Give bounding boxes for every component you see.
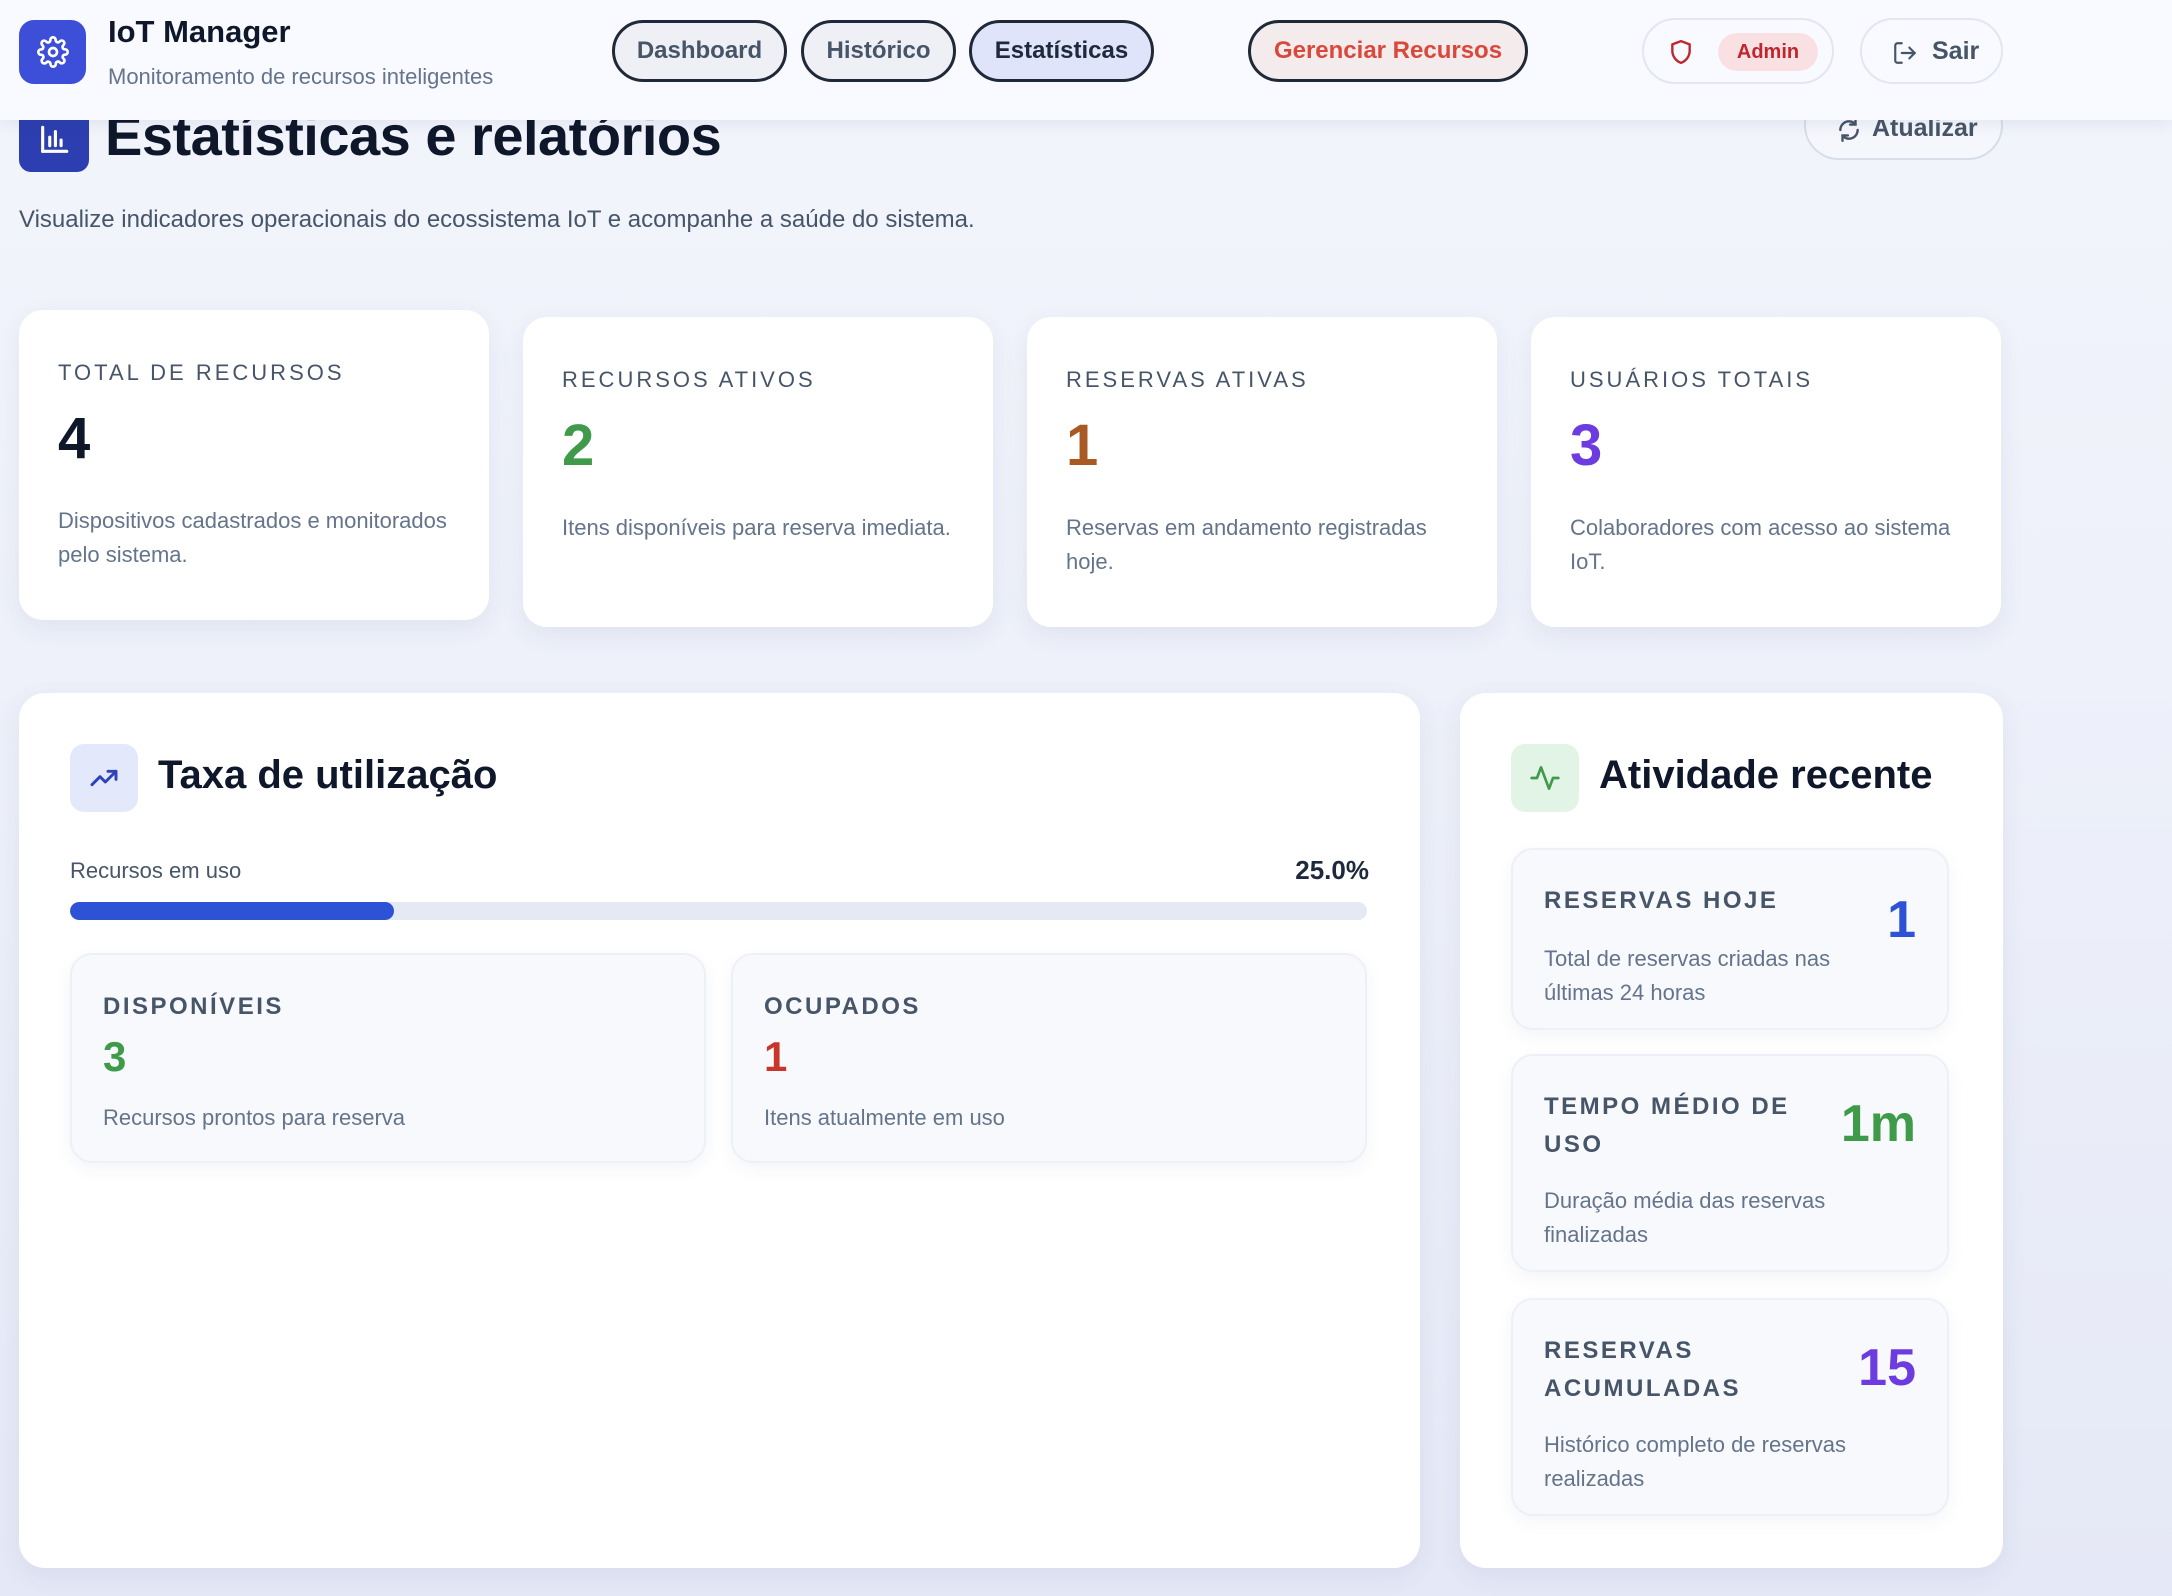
app-logo[interactable] <box>19 20 86 84</box>
utilization-panel-icon <box>70 744 138 812</box>
stat-description: Reservas em andamento registradas hoje. <box>1066 515 1427 574</box>
nav-historico[interactable]: Histórico <box>801 20 956 82</box>
stat-card-recursos-ativos: RECURSOS ATIVOS 2 Itens disponíveis para… <box>523 317 993 627</box>
available-label: DISPONÍVEIS <box>103 993 284 1020</box>
stat-card-reservas-ativas: RESERVAS ATIVAS 1 Reservas em andamento … <box>1027 317 1497 627</box>
activity-panel: Atividade recente RESERVAS HOJE 1 Total … <box>1460 693 2003 1568</box>
activity-description: Duração média das reservas finalizadas <box>1544 1188 1826 1247</box>
bar-chart-icon <box>41 125 69 153</box>
top-header: IoT Manager Monitoramento de recursos in… <box>0 0 2172 120</box>
progress-label: Recursos em uso <box>70 858 242 883</box>
page-description: Visualize indicadores operacionais do ec… <box>19 206 975 233</box>
gear-icon <box>36 36 69 68</box>
stat-value: 1 <box>1066 413 1099 478</box>
trending-up-icon <box>90 769 118 787</box>
stat-value: 3 <box>1570 413 1603 478</box>
stat-label: RECURSOS ATIVOS <box>562 367 816 392</box>
activity-card-reservas-hoje: RESERVAS HOJE 1 Total de reservas criada… <box>1511 848 1949 1030</box>
stat-label: USUÁRIOS TOTAIS <box>1570 367 1814 392</box>
activity-value: 15 <box>1858 1339 1916 1397</box>
activity-panel-icon <box>1511 744 1579 812</box>
logout-button[interactable]: Sair <box>1860 18 2003 84</box>
activity-title: Atividade recente <box>1599 753 1933 797</box>
activity-label: RESERVAS ACUMULADAS <box>1544 1337 1741 1402</box>
activity-description: Histórico completo de reservas realizada… <box>1544 1432 1847 1491</box>
available-description: Recursos prontos para reserva <box>103 1105 406 1130</box>
available-value: 3 <box>103 1033 127 1080</box>
activity-value: 1m <box>1840 1095 1916 1153</box>
nav-dashboard[interactable]: Dashboard <box>612 20 787 82</box>
activity-card-reservas-acumuladas: RESERVAS ACUMULADAS 15 Histórico complet… <box>1511 1298 1949 1516</box>
progress-bar-fill <box>70 902 395 920</box>
activity-value: 1 <box>1887 891 1916 949</box>
nav-estatisticas[interactable]: Estatísticas <box>969 20 1154 82</box>
occupied-description: Itens atualmente em uso <box>764 1105 1005 1130</box>
stat-value: 2 <box>562 413 595 478</box>
stat-card-total-recursos: TOTAL DE RECURSOS 4 Dispositivos cadastr… <box>19 310 489 620</box>
activity-label: TEMPO MÉDIO DE USO <box>1544 1093 1790 1158</box>
nav-gerenciar-recursos[interactable]: Gerenciar Recursos <box>1248 20 1528 82</box>
stat-label: TOTAL DE RECURSOS <box>58 360 345 385</box>
stat-value: 4 <box>58 406 91 471</box>
activity-description: Total de reservas criadas nas últimas 24… <box>1544 946 1831 1005</box>
utilization-panel: Taxa de utilização Recursos em uso 25.0%… <box>19 693 1420 1568</box>
occupied-value: 1 <box>764 1033 788 1080</box>
stat-description: Colaboradores com acesso ao sistema IoT. <box>1570 515 1951 574</box>
available-card: DISPONÍVEIS 3 Recursos prontos para rese… <box>70 953 706 1163</box>
progress-percentage: 25.0% <box>1295 855 1369 885</box>
stat-description: Dispositivos cadastrados e monitorados p… <box>58 508 447 567</box>
utilization-title: Taxa de utilização <box>158 753 498 797</box>
activity-label: RESERVAS HOJE <box>1544 887 1779 914</box>
app-subtitle: Monitoramento de recursos inteligentes <box>108 64 494 89</box>
logout-label: Sair <box>1932 37 1980 65</box>
app-title: IoT Manager <box>108 14 291 49</box>
logout-icon <box>1894 42 1916 64</box>
activity-pulse-icon <box>1530 766 1560 790</box>
admin-badge: Admin <box>1718 33 1818 71</box>
occupied-label: OCUPADOS <box>764 993 921 1020</box>
activity-card-tempo-medio: TEMPO MÉDIO DE USO 1m Duração média das … <box>1511 1054 1949 1272</box>
occupied-card: OCUPADOS 1 Itens atualmente em uso <box>731 953 1367 1163</box>
stat-description: Itens disponíveis para reserva imediata. <box>562 515 951 540</box>
user-role-indicator: Admin <box>1642 18 1834 84</box>
shield-icon <box>1671 39 1691 65</box>
progress-bar <box>70 902 1367 920</box>
refresh-icon <box>1839 117 1859 143</box>
stat-label: RESERVAS ATIVAS <box>1066 367 1309 392</box>
stat-card-usuarios-totais: USUÁRIOS TOTAIS 3 Colaboradores com aces… <box>1531 317 2001 627</box>
